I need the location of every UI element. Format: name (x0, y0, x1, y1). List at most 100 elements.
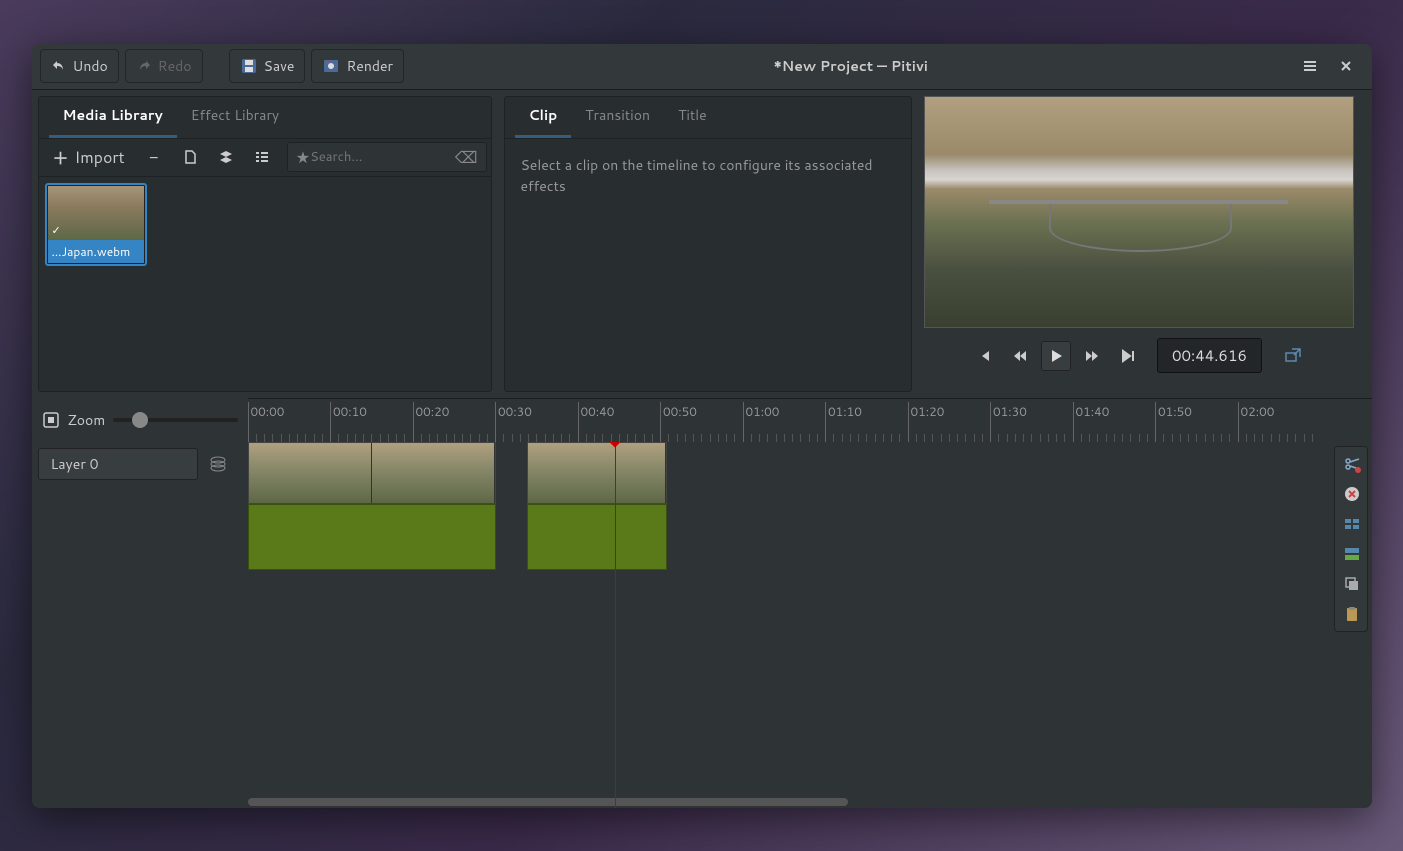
close-button[interactable] (1328, 49, 1364, 83)
timeline-scrollbar[interactable] (248, 796, 1372, 808)
forward-button[interactable] (1077, 341, 1107, 371)
ruler-tick-label: 01:50 (1158, 403, 1192, 420)
tab-title[interactable]: Title (664, 95, 721, 138)
scrollbar-thumb[interactable] (248, 798, 848, 806)
playback-controls: 00:44.616 (924, 334, 1354, 378)
redo-label: Redo (158, 56, 192, 76)
hamburger-icon (1302, 58, 1318, 74)
ruler-row: Zoom 00:00 00:10 00:20 00:30 00:40 00:50 01:00… (32, 398, 1372, 442)
copy-tool[interactable] (1339, 571, 1365, 597)
ruler-tick-label: 01:40 (1076, 403, 1110, 420)
skip-end-icon (1120, 348, 1136, 364)
zoom-control: Zoom (32, 398, 248, 442)
media-clip-item[interactable]: …Japan.webm (45, 183, 147, 266)
preview-viewport[interactable] (924, 96, 1354, 328)
save-label: Save (264, 56, 295, 76)
layers-icon (218, 149, 234, 165)
layer-button[interactable]: Layer 0 (38, 448, 198, 480)
rewind-button[interactable] (1005, 341, 1035, 371)
tracks-canvas[interactable] (248, 442, 1372, 808)
tab-media-library[interactable]: Media Library (49, 95, 177, 138)
undo-button[interactable]: Undo (40, 49, 119, 83)
page-icon (182, 149, 198, 165)
undo-label: Undo (73, 56, 108, 76)
timeline-ruler[interactable]: 00:00 00:10 00:20 00:30 00:40 00:50 01:00 01:10… (248, 398, 1372, 442)
ungroup-tool[interactable] (1339, 541, 1365, 567)
undo-icon (51, 58, 67, 74)
playhead[interactable] (615, 442, 616, 808)
tab-clip[interactable]: Clip (515, 95, 572, 138)
ruler-tick-label: 01:10 (828, 403, 862, 420)
tab-transition[interactable]: Transition (571, 95, 664, 138)
ruler-tick-label: 00:50 (663, 403, 697, 420)
redo-icon (136, 58, 152, 74)
upper-panels: Media Library Effect Library ＋ Import − (32, 90, 1372, 398)
save-button[interactable]: Save (229, 49, 306, 83)
delete-icon (1343, 485, 1361, 503)
zoom-fit-icon[interactable] (42, 411, 60, 429)
search-box[interactable]: ★ ⌫ (287, 142, 487, 172)
skip-start-button[interactable] (969, 341, 999, 371)
zoom-label: Zoom (68, 410, 106, 430)
ruler-tick-label: 02:00 (1241, 403, 1275, 420)
ruler-tick-label: 00:30 (498, 403, 532, 420)
ruler-tick-label: 01:30 (993, 403, 1027, 420)
media-toolbar: ＋ Import − ★ ⌫ (39, 139, 491, 177)
insert-end-button[interactable] (209, 142, 243, 172)
timecode-display[interactable]: 00:44.616 (1157, 338, 1262, 373)
play-icon (1048, 348, 1064, 364)
paste-tool[interactable] (1339, 601, 1365, 627)
clip-properties-button[interactable] (173, 142, 207, 172)
media-library-panel: Media Library Effect Library ＋ Import − (38, 96, 492, 392)
forward-icon (1084, 348, 1100, 364)
titlebar: Undo Redo Save Render *New Project — Pit… (32, 44, 1372, 90)
ruler-tick-label: 00:20 (416, 403, 450, 420)
ruler-tick-label: 00:00 (251, 403, 285, 420)
plus-icon: ＋ (53, 145, 69, 170)
delete-tool[interactable] (1339, 481, 1365, 507)
group-tool[interactable] (1339, 511, 1365, 537)
ruler-tick-label: 00:10 (333, 403, 367, 420)
ruler-tick-label: 00:40 (581, 403, 615, 420)
split-tool[interactable] (1339, 451, 1365, 477)
hamburger-menu-button[interactable] (1292, 49, 1328, 83)
remove-clip-button[interactable]: − (137, 142, 171, 172)
close-icon (1339, 59, 1353, 73)
group-icon (1343, 515, 1361, 533)
preview-panel: 00:44.616 (924, 96, 1354, 392)
clip-config-panel: Clip Transition Title Select a clip on t… (504, 96, 912, 392)
redo-button[interactable]: Redo (125, 49, 203, 83)
zoom-slider[interactable] (113, 418, 237, 422)
search-input[interactable] (310, 148, 455, 166)
import-button[interactable]: ＋ Import (43, 142, 135, 172)
media-tabs: Media Library Effect Library (39, 97, 491, 139)
timeline-clip[interactable] (527, 442, 667, 570)
listview-button[interactable] (245, 142, 279, 172)
tab-effect-library[interactable]: Effect Library (177, 95, 293, 138)
copy-icon (1343, 575, 1361, 593)
list-icon (254, 149, 270, 165)
layer-menu-icon[interactable] (208, 454, 228, 474)
clip-tabs: Clip Transition Title (505, 97, 911, 139)
star-icon: ★ (296, 146, 310, 169)
layers-column: Layer 0 (32, 442, 248, 808)
skip-end-button[interactable] (1113, 341, 1143, 371)
ruler-tick-label: 01:00 (746, 403, 780, 420)
app-window: Undo Redo Save Render *New Project — Pit… (32, 44, 1372, 808)
play-button[interactable] (1041, 341, 1071, 371)
clear-search-icon[interactable]: ⌫ (455, 146, 478, 169)
render-button[interactable]: Render (311, 49, 404, 83)
ruler-tick-label: 01:20 (911, 403, 945, 420)
timeline-tools (1334, 446, 1368, 632)
tracks-row: Layer 0 (32, 442, 1372, 808)
paste-icon (1343, 605, 1361, 623)
window-title: *New Project — Pitivi (410, 56, 1291, 76)
clip-thumbnail (48, 186, 144, 240)
timeline-clip[interactable] (248, 442, 496, 570)
rewind-icon (1012, 348, 1028, 364)
zoom-handle[interactable] (132, 412, 148, 428)
detach-viewer-button[interactable] (1278, 341, 1308, 371)
timeline-area: Zoom 00:00 00:10 00:20 00:30 00:40 00:50 01:00… (32, 398, 1372, 808)
ungroup-icon (1343, 545, 1361, 563)
skip-start-icon (976, 348, 992, 364)
